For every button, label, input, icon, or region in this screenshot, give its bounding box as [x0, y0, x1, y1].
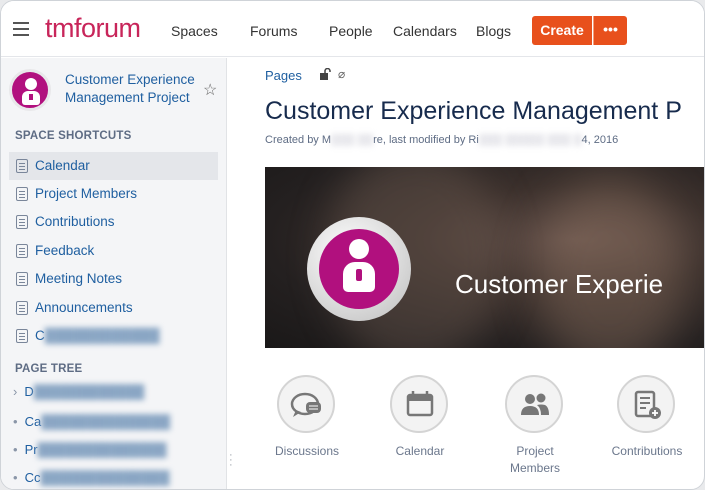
- space-banner: Customer Experie: [265, 167, 704, 348]
- page-icon: [16, 215, 28, 229]
- nav-blogs[interactable]: Blogs: [476, 23, 511, 39]
- shortcut-announcements[interactable]: Announcements: [9, 294, 218, 322]
- top-navigation: tmforum Spaces Forums People Calendars B…: [1, 1, 704, 57]
- members-icon[interactable]: [505, 375, 563, 433]
- banner-logo: [307, 217, 411, 321]
- page-icon: [16, 301, 28, 315]
- space-avatar[interactable]: [9, 69, 51, 111]
- page-byline: Created by M▒▒▒ ▒▒re, last modified by R…: [265, 134, 619, 146]
- space-sidebar: Customer Experience Management Project ☆…: [1, 58, 227, 489]
- discussions-icon[interactable]: [277, 375, 335, 433]
- shortcut-label: Announcements: [35, 300, 133, 315]
- shortcut-label: C████████████: [35, 328, 160, 343]
- shortcut-label: Project Members: [35, 186, 138, 201]
- space-title[interactable]: Customer Experience Management Project: [65, 71, 200, 107]
- page-title: Customer Experience Management P: [265, 97, 682, 125]
- shortcut-label: Meeting Notes: [35, 271, 123, 286]
- page-icon: [16, 159, 28, 173]
- contributions-icon[interactable]: [617, 375, 675, 433]
- shortcut-redacted[interactable]: C████████████: [9, 322, 218, 350]
- nav-calendars[interactable]: Calendars: [393, 23, 457, 39]
- shortcut-label: Calendar: [35, 158, 90, 173]
- tree-item[interactable]: • Cc██████████████: [13, 470, 169, 485]
- breadcrumb-pages[interactable]: Pages: [265, 68, 302, 83]
- shortcuts-heading: SPACE SHORTCUTS: [15, 130, 132, 142]
- unlock-icon[interactable]: [319, 68, 331, 80]
- page-icon: [16, 272, 28, 286]
- tile-label-discussions[interactable]: Discussions: [257, 443, 357, 460]
- app-window: tmforum Spaces Forums People Calendars B…: [0, 0, 705, 490]
- calendar-icon[interactable]: [390, 375, 448, 433]
- more-options-button[interactable]: •••: [593, 16, 627, 45]
- shortcut-label: Feedback: [35, 243, 95, 258]
- shortcut-feedback[interactable]: Feedback: [9, 237, 218, 265]
- bullet-icon: •: [13, 414, 18, 429]
- tile-label-project-members[interactable]: Project Members: [485, 443, 585, 477]
- shortcut-label: Contributions: [35, 214, 115, 229]
- sidebar-resize-handle[interactable]: · · ·: [229, 450, 233, 471]
- shortcut-meeting-notes[interactable]: Meeting Notes: [9, 265, 218, 293]
- page-tree-heading: PAGE TREE: [15, 363, 83, 375]
- tmforum-logo[interactable]: tmforum: [45, 13, 141, 44]
- star-icon[interactable]: ☆: [203, 80, 217, 100]
- menu-icon[interactable]: [13, 22, 29, 36]
- attachment-icon[interactable]: ⌀: [338, 67, 345, 81]
- shortcut-project-members[interactable]: Project Members: [9, 180, 218, 208]
- bullet-icon: •: [13, 442, 18, 457]
- page-icon: [16, 187, 28, 201]
- tile-label-calendar[interactable]: Calendar: [370, 443, 470, 460]
- tree-item[interactable]: • Pr██████████████: [13, 442, 167, 457]
- nav-forums[interactable]: Forums: [250, 23, 297, 39]
- tile-label-contributions[interactable]: Contributions: [597, 443, 697, 460]
- nav-spaces[interactable]: Spaces: [171, 23, 218, 39]
- nav-people[interactable]: People: [329, 23, 373, 39]
- bullet-icon: •: [13, 470, 18, 485]
- shortcut-contributions[interactable]: Contributions: [9, 208, 218, 236]
- create-button[interactable]: Create: [532, 16, 592, 45]
- tree-item[interactable]: › D████████████: [13, 384, 144, 399]
- shortcut-calendar[interactable]: Calendar: [9, 152, 218, 180]
- tree-item[interactable]: • Ca██████████████: [13, 414, 170, 429]
- page-icon: [16, 244, 28, 258]
- expand-chevron-icon[interactable]: ›: [13, 384, 17, 399]
- page-icon: [16, 329, 28, 343]
- banner-title: Customer Experie: [455, 269, 664, 299]
